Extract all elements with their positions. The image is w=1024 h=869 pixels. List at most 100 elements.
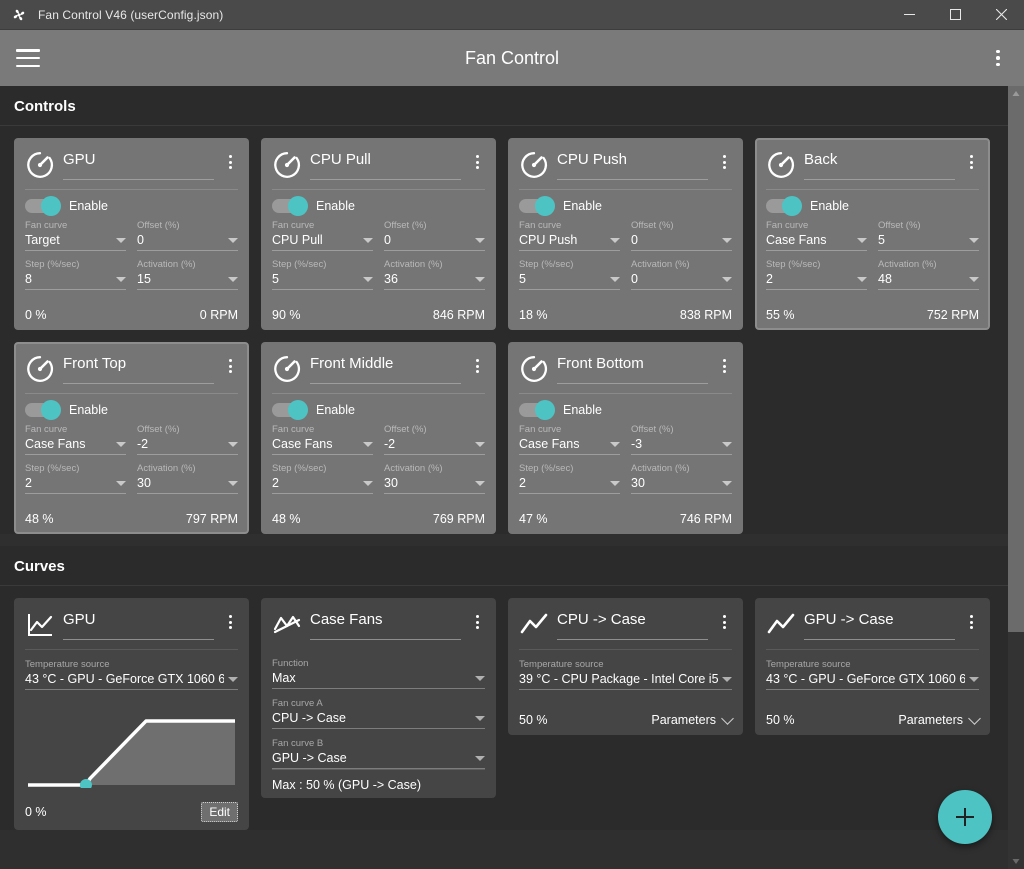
parameters-button[interactable]: Parameters: [651, 711, 734, 727]
temperature-source-select[interactable]: 43 °C - GPU - GeForce GTX 1060 6GB: [25, 671, 238, 690]
function-field[interactable]: Function Max: [272, 658, 485, 689]
activation-field[interactable]: Activation (%) 30: [137, 463, 238, 494]
fan-curve-select[interactable]: Target: [25, 232, 126, 251]
fan-curve-select[interactable]: Case Fans: [766, 232, 867, 251]
offset-select[interactable]: -2: [384, 436, 485, 455]
card-kebab-icon[interactable]: [222, 151, 238, 173]
hamburger-icon[interactable]: [16, 49, 40, 67]
scroll-down-arrow-icon[interactable]: [1008, 853, 1024, 869]
fan-curve-a-select[interactable]: CPU -> Case: [272, 710, 485, 729]
fan-curve-select[interactable]: Case Fans: [519, 436, 620, 455]
step-field[interactable]: Step (%/sec) 2: [766, 259, 867, 290]
curve-card-simple[interactable]: CPU -> Case Temperature source 39 °C - C…: [508, 598, 743, 735]
control-card[interactable]: GPU Enable Fan curve Target Offset (%) 0…: [14, 138, 249, 330]
card-kebab-icon[interactable]: [963, 151, 979, 173]
step-field[interactable]: Step (%/sec) 8: [25, 259, 126, 290]
fan-curve-a-field[interactable]: Fan curve A CPU -> Case: [272, 698, 485, 729]
temperature-source-field[interactable]: Temperature source 43 °C - GPU - GeForce…: [766, 659, 979, 690]
offset-field[interactable]: Offset (%) -2: [384, 424, 485, 455]
fan-curve-field[interactable]: Fan curve Case Fans: [766, 220, 867, 251]
enable-toggle[interactable]: [25, 196, 61, 216]
enable-row[interactable]: Enable: [272, 196, 485, 216]
parameters-button[interactable]: Parameters: [898, 711, 981, 727]
scrollbar-track[interactable]: [1008, 86, 1024, 869]
card-kebab-icon[interactable]: [469, 355, 485, 377]
card-kebab-icon[interactable]: [716, 611, 732, 633]
scrollbar-thumb[interactable]: [1008, 86, 1024, 632]
card-kebab-icon[interactable]: [469, 611, 485, 633]
step-select[interactable]: 5: [272, 271, 373, 290]
card-kebab-icon[interactable]: [469, 151, 485, 173]
enable-toggle[interactable]: [519, 196, 555, 216]
card-kebab-icon[interactable]: [222, 611, 238, 633]
activation-field[interactable]: Activation (%) 36: [384, 259, 485, 290]
control-card[interactable]: Front Top Enable Fan curve Case Fans Off…: [14, 342, 249, 534]
activation-field[interactable]: Activation (%) 48: [878, 259, 979, 290]
fan-curve-field[interactable]: Fan curve Case Fans: [272, 424, 373, 455]
enable-row[interactable]: Enable: [272, 400, 485, 420]
activation-select[interactable]: 48: [878, 271, 979, 290]
vertical-scrollbar[interactable]: [1008, 86, 1024, 869]
card-kebab-icon[interactable]: [963, 611, 979, 633]
offset-select[interactable]: 5: [878, 232, 979, 251]
curve-card-gpu[interactable]: GPU Temperature source 43 °C - GPU - GeF…: [14, 598, 249, 830]
fan-curve-b-field[interactable]: Fan curve B GPU -> Case: [272, 738, 485, 769]
activation-select[interactable]: 30: [384, 475, 485, 494]
fan-curve-select[interactable]: Case Fans: [272, 436, 373, 455]
card-kebab-icon[interactable]: [222, 355, 238, 377]
activation-select[interactable]: 0: [631, 271, 732, 290]
card-kebab-icon[interactable]: [716, 355, 732, 377]
enable-toggle[interactable]: [25, 400, 61, 420]
control-card[interactable]: Back Enable Fan curve Case Fans Offset (…: [755, 138, 990, 330]
fan-curve-field[interactable]: Fan curve CPU Pull: [272, 220, 373, 251]
step-select[interactable]: 2: [25, 475, 126, 494]
curve-card-simple[interactable]: GPU -> Case Temperature source 43 °C - G…: [755, 598, 990, 735]
control-card[interactable]: Front Middle Enable Fan curve Case Fans …: [261, 342, 496, 534]
fan-curve-field[interactable]: Fan curve Case Fans: [25, 424, 126, 455]
offset-select[interactable]: -2: [137, 436, 238, 455]
step-field[interactable]: Step (%/sec) 2: [272, 463, 373, 494]
scroll-up-arrow-icon[interactable]: [1008, 86, 1024, 102]
offset-select[interactable]: 0: [137, 232, 238, 251]
fan-curve-field[interactable]: Fan curve Case Fans: [519, 424, 620, 455]
maximize-icon[interactable]: [932, 0, 978, 30]
offset-field[interactable]: Offset (%) 5: [878, 220, 979, 251]
minimize-icon[interactable]: [886, 0, 932, 30]
offset-field[interactable]: Offset (%) 0: [631, 220, 732, 251]
step-select[interactable]: 2: [272, 475, 373, 494]
curve-card-case-fans[interactable]: Case Fans Function Max Fan curve A CPU -…: [261, 598, 496, 798]
enable-toggle[interactable]: [272, 196, 308, 216]
fan-curve-graph[interactable]: [25, 700, 238, 791]
function-select[interactable]: Max: [272, 670, 485, 689]
offset-select[interactable]: 0: [631, 232, 732, 251]
kebab-menu-icon[interactable]: [988, 46, 1008, 70]
offset-field[interactable]: Offset (%) 0: [137, 220, 238, 251]
control-card[interactable]: CPU Push Enable Fan curve CPU Push Offse…: [508, 138, 743, 330]
step-field[interactable]: Step (%/sec) 5: [519, 259, 620, 290]
step-select[interactable]: 8: [25, 271, 126, 290]
step-select[interactable]: 2: [519, 475, 620, 494]
activation-field[interactable]: Activation (%) 30: [631, 463, 732, 494]
activation-select[interactable]: 30: [631, 475, 732, 494]
activation-field[interactable]: Activation (%) 15: [137, 259, 238, 290]
enable-toggle[interactable]: [519, 400, 555, 420]
temperature-source-select[interactable]: 39 °C - CPU Package - Intel Core i5-9: [519, 671, 732, 690]
add-button[interactable]: [938, 790, 992, 844]
step-field[interactable]: Step (%/sec) 5: [272, 259, 373, 290]
activation-field[interactable]: Activation (%) 30: [384, 463, 485, 494]
offset-field[interactable]: Offset (%) 0: [384, 220, 485, 251]
step-field[interactable]: Step (%/sec) 2: [519, 463, 620, 494]
enable-row[interactable]: Enable: [519, 196, 732, 216]
enable-row[interactable]: Enable: [519, 400, 732, 420]
activation-select[interactable]: 15: [137, 271, 238, 290]
step-field[interactable]: Step (%/sec) 2: [25, 463, 126, 494]
enable-row[interactable]: Enable: [25, 196, 238, 216]
enable-toggle[interactable]: [272, 400, 308, 420]
fan-curve-select[interactable]: Case Fans: [25, 436, 126, 455]
offset-select[interactable]: -3: [631, 436, 732, 455]
offset-field[interactable]: Offset (%) -2: [137, 424, 238, 455]
activation-select[interactable]: 30: [137, 475, 238, 494]
fan-curve-select[interactable]: CPU Push: [519, 232, 620, 251]
fan-curve-select[interactable]: CPU Pull: [272, 232, 373, 251]
temperature-source-field[interactable]: Temperature source 39 °C - CPU Package -…: [519, 659, 732, 690]
